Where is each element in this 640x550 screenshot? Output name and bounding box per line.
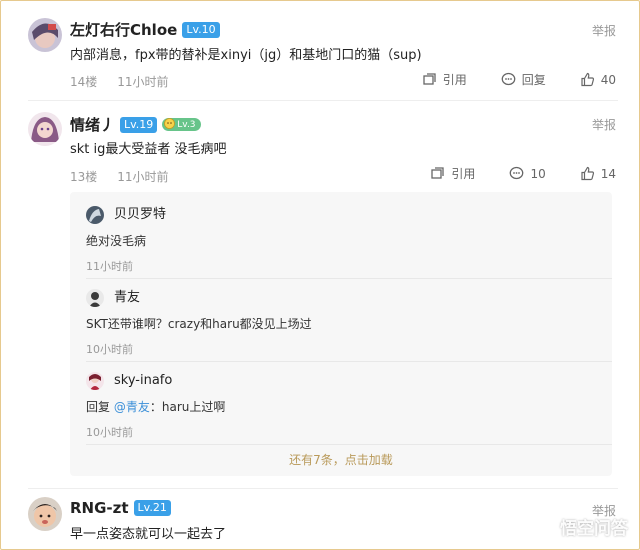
replies-panel: 贝贝罗特 绝对没毛病 11小时前 青友 SKT还带谁啊？crazy和haru都没… bbox=[70, 192, 612, 476]
reply-text: 绝对没毛病 bbox=[86, 234, 147, 248]
username[interactable]: RNG-zt bbox=[70, 499, 129, 517]
thumb-up-icon bbox=[580, 166, 595, 181]
reply-timestamp: 11小时前 bbox=[86, 260, 133, 273]
reply-prefix: 回复 bbox=[86, 400, 111, 414]
timestamp: 11小时前 bbox=[117, 75, 169, 89]
reply-count: 10 bbox=[530, 166, 546, 181]
quote-label: 引用 bbox=[442, 73, 467, 87]
like-button[interactable]: 40 bbox=[580, 72, 616, 87]
watermark: 悟空问答 bbox=[533, 513, 628, 540]
fan-badge: Lv.3 bbox=[162, 117, 201, 132]
comment-text: 内部消息，fpx带的替补是xinyi（jg）和基地门口的猫（sup) bbox=[70, 48, 422, 63]
username[interactable]: 左灯右行Chloe bbox=[70, 19, 177, 40]
reply-text: SKT还带谁啊？crazy和haru都没见上场过 bbox=[86, 317, 312, 331]
reply-username[interactable]: sky-inafo bbox=[114, 372, 172, 390]
like-button[interactable]: 14 bbox=[580, 166, 616, 181]
comment-item: 情绪丿 Lv.19 Lv.3 举报 skt ig最大受益者 没毛病吧 13楼 1… bbox=[28, 100, 618, 192]
reply-bubble-icon bbox=[501, 72, 516, 87]
reply-item: 贝贝罗特 绝对没毛病 11小时前 bbox=[86, 206, 596, 273]
like-count: 14 bbox=[600, 166, 616, 181]
avatar[interactable] bbox=[86, 372, 104, 390]
quote-button[interactable]: 引用 bbox=[422, 71, 467, 88]
mention-link[interactable]: @青友 bbox=[114, 400, 150, 414]
reply-colon: ： bbox=[149, 400, 162, 414]
reply-timestamp: 10小时前 bbox=[86, 426, 133, 439]
level-badge: Lv.19 bbox=[120, 116, 158, 133]
comment-item: 左灯右行Chloe Lv.10 举报 内部消息，fpx带的替补是xinyi（jg… bbox=[28, 0, 618, 100]
fan-badge-level: Lv.3 bbox=[177, 119, 196, 130]
timestamp: 11小时前 bbox=[117, 170, 169, 184]
reply-bubble-icon bbox=[509, 166, 524, 181]
reply-item: 青友 SKT还带谁啊？crazy和haru都没见上场过 10小时前 bbox=[86, 289, 596, 356]
fan-badge-icon bbox=[164, 117, 176, 132]
avatar[interactable] bbox=[86, 206, 104, 224]
level-badge: Lv.10 bbox=[182, 21, 220, 38]
floor-number: 14楼 bbox=[70, 75, 98, 89]
quote-button[interactable]: 引用 bbox=[430, 165, 475, 182]
reply-item: sky-inafo 回复 @青友：haru上过啊 10小时前 bbox=[86, 372, 596, 439]
watermark-logo-icon bbox=[533, 513, 555, 540]
reply-button[interactable]: 10 bbox=[509, 166, 546, 181]
reply-username[interactable]: 贝贝罗特 bbox=[114, 206, 166, 224]
level-badge: Lv.21 bbox=[133, 500, 171, 516]
avatar[interactable] bbox=[28, 18, 62, 52]
reply-divider bbox=[86, 278, 612, 279]
thumb-up-icon bbox=[580, 72, 595, 87]
floor-number: 13楼 bbox=[70, 170, 98, 184]
report-button[interactable]: 举报 bbox=[592, 22, 616, 39]
reply-label: 回复 bbox=[521, 73, 546, 87]
load-more-replies-button[interactable]: 还有7条，点击加载 bbox=[70, 451, 612, 468]
watermark-text: 悟空问答 bbox=[560, 519, 628, 539]
reply-text: 回复 @青友：haru上过啊 bbox=[86, 398, 225, 415]
avatar[interactable] bbox=[86, 289, 104, 307]
reply-timestamp: 10小时前 bbox=[86, 343, 133, 356]
username[interactable]: 情绪丿 bbox=[70, 114, 115, 135]
reply-divider bbox=[86, 444, 612, 445]
avatar[interactable] bbox=[28, 112, 62, 146]
comment-item: RNG-zt Lv.21 举报 早一点姿态就可以一起去了 bbox=[28, 488, 618, 550]
quote-icon bbox=[430, 166, 445, 181]
comment-text: skt ig最大受益者 没毛病吧 bbox=[70, 142, 227, 157]
quote-label: 引用 bbox=[451, 167, 476, 181]
quote-icon bbox=[422, 72, 437, 87]
reply-button[interactable]: 回复 bbox=[501, 71, 546, 88]
reply-username[interactable]: 青友 bbox=[114, 289, 140, 307]
reply-divider bbox=[86, 361, 612, 362]
like-count: 40 bbox=[600, 72, 616, 87]
avatar[interactable] bbox=[28, 497, 62, 531]
comment-text: 早一点姿态就可以一起去了 bbox=[70, 527, 227, 542]
reply-body: haru上过啊 bbox=[161, 400, 226, 414]
report-button[interactable]: 举报 bbox=[592, 116, 616, 133]
